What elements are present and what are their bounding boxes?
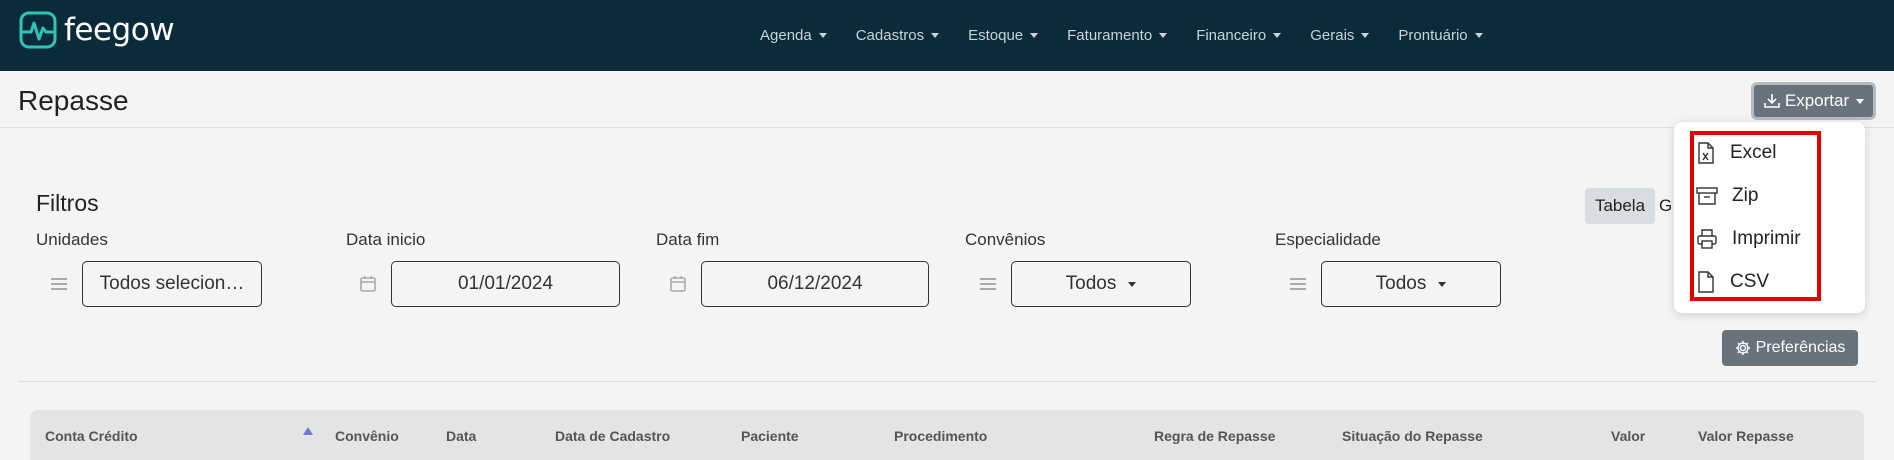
especialidade-label: Especialidade xyxy=(1275,230,1381,249)
list-icon xyxy=(980,278,996,290)
caret-down-icon xyxy=(1030,33,1039,38)
data-inicio-input[interactable]: 01/01/2024 xyxy=(391,261,620,307)
download-icon xyxy=(1764,94,1780,108)
nav-item-faturamento[interactable]: Faturamento xyxy=(1067,27,1168,44)
caret-down-icon xyxy=(1128,281,1137,287)
page-header: Repasse xyxy=(0,71,1894,128)
column-header-paciente[interactable]: Paciente xyxy=(741,428,799,444)
nav-label: Prontuário xyxy=(1398,27,1468,44)
nav-item-cadastros[interactable]: Cadastros xyxy=(855,27,940,44)
list-icon xyxy=(1290,278,1306,290)
caret-down-icon xyxy=(818,33,827,38)
unidades-select[interactable]: Todos selecion… xyxy=(82,261,262,307)
calendar-icon xyxy=(670,276,686,292)
column-header-data[interactable]: Data xyxy=(446,428,476,444)
nav-item-financeiro[interactable]: Financeiro xyxy=(1196,27,1282,44)
column-header-conta-credito[interactable]: Conta Crédito xyxy=(45,428,138,444)
nav-item-gerais[interactable]: Gerais xyxy=(1310,27,1370,44)
caret-down-icon xyxy=(1159,33,1168,38)
unidades-label: Unidades xyxy=(36,230,108,249)
nav-label: Estoque xyxy=(968,27,1024,44)
caret-down-icon xyxy=(1438,281,1447,287)
feegow-logo-icon xyxy=(19,11,57,49)
data-inicio-label: Data inicio xyxy=(346,230,426,249)
top-navbar: feegow Agenda Cadastros Estoque Faturame… xyxy=(0,0,1894,71)
convenios-label: Convênios xyxy=(965,230,1046,249)
nav-item-prontuario[interactable]: Prontuário xyxy=(1398,27,1483,44)
preferences-button[interactable]: Preferências xyxy=(1722,330,1858,366)
nav-label: Cadastros xyxy=(855,27,925,44)
column-header-data-cadastro[interactable]: Data de Cadastro xyxy=(555,428,670,444)
column-header-valor[interactable]: Valor xyxy=(1611,428,1645,444)
nav-label: Faturamento xyxy=(1067,27,1153,44)
feegow-logo[interactable]: feegow xyxy=(19,11,175,49)
export-button[interactable]: Exportar xyxy=(1751,82,1876,120)
sort-asc-icon[interactable] xyxy=(303,427,313,435)
column-header-convenio[interactable]: Convênio xyxy=(335,428,399,444)
especialidade-select[interactable]: Todos xyxy=(1321,261,1501,307)
calendar-icon xyxy=(360,276,376,292)
column-header-situacao-repasse[interactable]: Situação do Repasse xyxy=(1342,428,1483,444)
gear-icon xyxy=(1735,340,1750,356)
nav-label: Gerais xyxy=(1310,27,1355,44)
nav-label: Agenda xyxy=(760,27,812,44)
data-fim-label: Data fim xyxy=(656,230,720,249)
filters-title: Filtros xyxy=(36,190,99,216)
caret-down-icon xyxy=(1361,33,1370,38)
caret-down-icon xyxy=(931,33,940,38)
column-header-valor-repasse[interactable]: Valor Repasse xyxy=(1698,428,1794,444)
caret-down-icon xyxy=(1273,33,1282,38)
data-fim-input[interactable]: 06/12/2024 xyxy=(701,261,929,307)
especialidade-value: Todos xyxy=(1375,273,1427,294)
caret-down-icon xyxy=(1474,33,1483,38)
convenios-select[interactable]: Todos xyxy=(1011,261,1191,307)
divider xyxy=(18,381,1876,382)
convenios-value: Todos xyxy=(1065,273,1117,294)
export-button-label: Exportar xyxy=(1784,91,1850,110)
highlight-box xyxy=(1690,131,1821,301)
nav-item-estoque[interactable]: Estoque xyxy=(968,27,1039,44)
preferences-label: Preferências xyxy=(1755,339,1846,356)
column-header-regra-repasse[interactable]: Regra de Repasse xyxy=(1154,428,1275,444)
tab-grafico[interactable]: G xyxy=(1659,196,1672,216)
column-header-procedimento[interactable]: Procedimento xyxy=(894,428,987,444)
page-title: Repasse xyxy=(18,85,129,116)
nav-label: Financeiro xyxy=(1196,27,1267,44)
list-icon xyxy=(51,278,67,290)
caret-down-icon xyxy=(1856,98,1865,104)
main-nav: Agenda Cadastros Estoque Faturamento Fin… xyxy=(760,0,1512,71)
nav-item-agenda[interactable]: Agenda xyxy=(760,27,827,44)
brand-name: feegow xyxy=(64,12,175,48)
tab-tabela[interactable]: Tabela xyxy=(1585,188,1655,224)
